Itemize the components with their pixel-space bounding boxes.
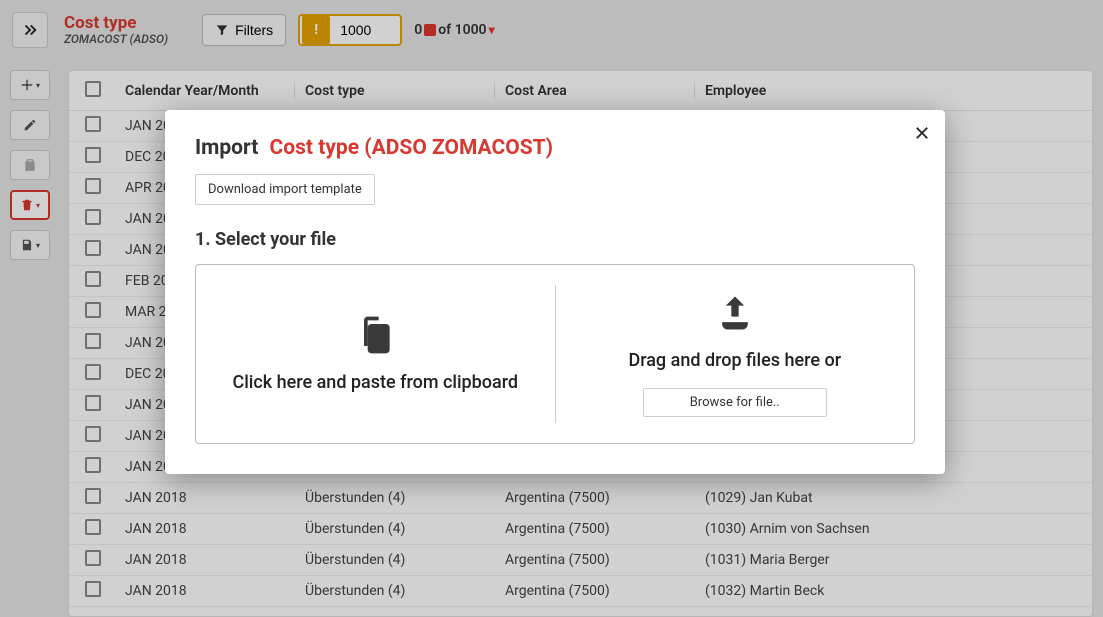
step-heading: 1. Select your file <box>195 229 915 250</box>
row-checkbox[interactable] <box>85 302 101 318</box>
count-of-text: of 1000 <box>438 22 486 38</box>
row-checkbox[interactable] <box>85 271 101 287</box>
drop-text: Drag and drop files here or <box>628 349 841 373</box>
page-title-block: Cost type ZOMACOST (ADSO) <box>64 14 168 47</box>
col-header-area[interactable]: Cost Area <box>495 83 695 99</box>
row-count-input[interactable] <box>332 22 392 38</box>
paste-text: Click here and paste from clipboard <box>232 371 518 395</box>
table-row[interactable]: JAN 2018Überstunden (4)Argentina (7500)(… <box>69 483 1092 514</box>
cell-area: Argentina (7500) <box>495 490 695 506</box>
save-icon <box>20 238 34 252</box>
modal-title-prefix: Import <box>195 136 258 160</box>
browse-button[interactable]: Browse for file.. <box>643 388 827 417</box>
cell-date: JAN 2018 <box>125 521 295 537</box>
import-modal: Import Cost type (ADSO ZOMACOST) Downloa… <box>165 110 945 474</box>
caret-icon: ▾ <box>36 201 40 210</box>
row-checkbox[interactable] <box>85 333 101 349</box>
cell-emp: (1029) Jan Kubat <box>695 490 1076 506</box>
row-checkbox[interactable] <box>85 178 101 194</box>
filters-button[interactable]: Filters <box>202 14 286 46</box>
row-checkbox[interactable] <box>85 488 101 504</box>
row-checkbox[interactable] <box>85 519 101 535</box>
table-row[interactable]: JAN 2018Überstunden (4)Argentina (7500)(… <box>69 514 1092 545</box>
dropzone: Click here and paste from clipboard Drag… <box>195 264 915 444</box>
table-row[interactable]: JAN 2018Überstunden (4)Argentina (7500)(… <box>69 545 1092 576</box>
row-checkbox[interactable] <box>85 147 101 163</box>
cell-emp: (1032) Martin Beck <box>695 583 1076 599</box>
table-header: Calendar Year/Month Cost type Cost Area … <box>69 71 1092 111</box>
cell-type: Überstunden (4) <box>295 490 495 506</box>
close-button[interactable] <box>913 124 931 142</box>
expand-panel-button[interactable] <box>12 12 48 48</box>
paste-area[interactable]: Click here and paste from clipboard <box>196 265 555 443</box>
row-checkbox[interactable] <box>85 116 101 132</box>
row-checkbox[interactable] <box>85 581 101 597</box>
clipboard-paste-icon <box>23 158 37 172</box>
pencil-icon <box>23 118 37 132</box>
count-prefix: 0 <box>414 22 422 38</box>
row-checkbox[interactable] <box>85 550 101 566</box>
cell-area: Argentina (7500) <box>495 521 695 537</box>
left-tool-rail: ▾ ▾ ▾ <box>10 70 50 260</box>
close-icon <box>913 124 931 142</box>
upload-icon <box>713 291 757 335</box>
row-checkbox[interactable] <box>85 240 101 256</box>
caret-icon: ▾ <box>36 81 40 90</box>
funnel-icon <box>215 23 229 37</box>
row-checkbox[interactable] <box>85 364 101 380</box>
row-checkbox[interactable] <box>85 395 101 411</box>
trash-icon <box>20 198 34 212</box>
select-all-checkbox[interactable] <box>85 81 101 97</box>
drop-area[interactable]: Drag and drop files here or Browse for f… <box>556 265 915 443</box>
cell-area: Argentina (7500) <box>495 583 695 599</box>
clipboard-icon <box>353 313 397 357</box>
cell-emp: (1031) Maria Berger <box>695 552 1076 568</box>
top-bar: Cost type ZOMACOST (ADSO) Filters ! 0 of… <box>0 0 1103 60</box>
col-header-type[interactable]: Cost type <box>295 83 495 99</box>
col-header-emp[interactable]: Employee <box>695 83 1076 99</box>
cell-emp: (1030) Arnim von Sachsen <box>695 521 1076 537</box>
edit-button[interactable] <box>10 110 50 140</box>
caret-icon: ▾ <box>36 241 40 250</box>
plus-icon <box>20 78 34 92</box>
paste-button[interactable] <box>10 150 50 180</box>
cell-date: JAN 2018 <box>125 552 295 568</box>
row-count-summary: 0 of 1000 ▾ <box>414 22 494 38</box>
filters-label: Filters <box>235 22 273 38</box>
cell-type: Überstunden (4) <box>295 583 495 599</box>
col-header-date[interactable]: Calendar Year/Month <box>125 83 295 99</box>
add-button[interactable]: ▾ <box>10 70 50 100</box>
warning-icon: ! <box>302 16 330 44</box>
cell-date: JAN 2018 <box>125 490 295 506</box>
row-checkbox[interactable] <box>85 209 101 225</box>
download-template-button[interactable]: Download import template <box>195 174 375 205</box>
export-button[interactable]: ▾ <box>10 230 50 260</box>
table-row[interactable]: JAN 2018Überstunden (4)Argentina (7500)(… <box>69 576 1092 607</box>
delete-button[interactable]: ▾ <box>10 190 50 220</box>
chevron-right-double-icon <box>21 21 39 39</box>
chevron-down-icon[interactable]: ▾ <box>489 23 495 37</box>
row-checkbox[interactable] <box>85 457 101 473</box>
page-subtitle: ZOMACOST (ADSO) <box>64 32 168 46</box>
page-title: Cost type <box>64 14 168 33</box>
modal-title: Import Cost type (ADSO ZOMACOST) <box>195 136 915 160</box>
modal-title-entity: Cost type (ADSO ZOMACOST) <box>270 136 553 160</box>
row-count-field[interactable]: ! <box>298 14 402 46</box>
cell-type: Überstunden (4) <box>295 552 495 568</box>
selection-badge-icon <box>424 24 436 36</box>
cell-area: Argentina (7500) <box>495 552 695 568</box>
row-checkbox[interactable] <box>85 426 101 442</box>
cell-type: Überstunden (4) <box>295 521 495 537</box>
cell-date: JAN 2018 <box>125 583 295 599</box>
